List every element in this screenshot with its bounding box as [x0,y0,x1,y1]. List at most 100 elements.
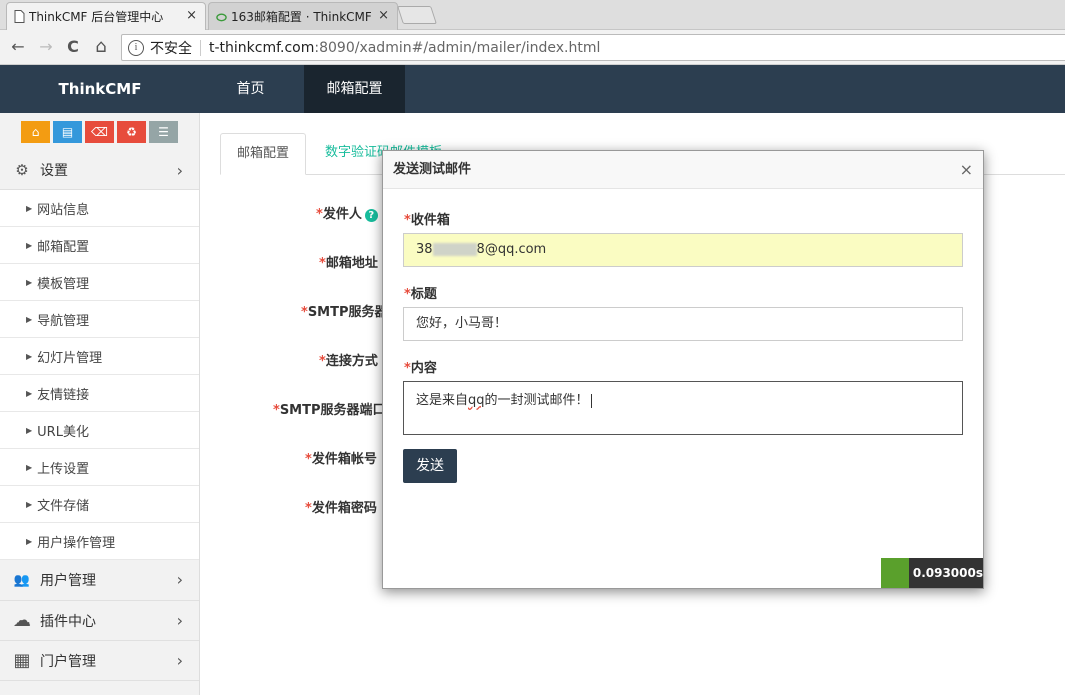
sidebar-item-label: URL美化 [37,424,89,440]
field-label-connection: *连接方式 [319,354,378,369]
content-textarea[interactable]: 这是来自qq的一封测试邮件！ [403,381,963,435]
caret-right-icon: ▶ [26,351,33,361]
nav-item-home[interactable]: 首页 [200,65,301,113]
grid-icon: ▦ [13,650,31,671]
caret-right-icon: ▶ [26,277,33,287]
trace-logo-icon [881,558,909,588]
field-label-email: *邮箱地址 [319,256,378,271]
caret-right-icon: ▶ [26,499,33,509]
trace-time: 0.093000s [912,566,983,580]
sidebar-group-plugins[interactable]: ☁ 插件中心 › [0,601,199,641]
chevron-right-icon: › [176,570,183,589]
sidebar-group-portal[interactable]: ▦ 门户管理 › [0,641,199,681]
close-icon[interactable]: × [186,8,197,23]
sidebar-item-navigation[interactable]: ▶ 导航管理 [0,301,199,338]
page-trace-timer[interactable]: 0.093000s [881,558,983,588]
browser-tab-strip: ThinkCMF 后台管理中心 × 163邮箱配置 · ThinkCMF × [0,0,1065,30]
sidebar-submenu: ▶ 网站信息 ▶ 邮箱配置 ▶ 模板管理 ▶ 导航管理 ▶ 幻灯片管理 ▶ 友情链接 ▶ UR… [0,190,199,560]
sidebar: ⌂ ▤ ⌫ ♻ ☰ ⚙ 设置 › ▶ 网站信息 ▶ 邮箱配置 ▶ 模板管理 ▶ 导航管理… [0,113,200,695]
file-icon[interactable]: ▤ [53,121,82,143]
app-top-nav: ThinkCMF 首页 邮箱配置 [0,65,1065,113]
url-path: :8090/xadmin#/admin/mailer/index.html [314,39,601,56]
reload-icon[interactable]: C [63,37,83,57]
shortcut-toolbar: ⌂ ▤ ⌫ ♻ ☰ [0,113,199,151]
address-bar: ← → C ⌂ i 不安全 t-thinkcmf.com :8090/xadmi… [0,30,1065,65]
help-icon[interactable]: ? [364,209,378,222]
sidebar-item-label: 文件存储 [37,498,90,514]
sidebar-item-mail-config[interactable]: ▶ 邮箱配置 [0,227,199,264]
cloud-icon: ☁ [13,610,31,631]
recycle-icon[interactable]: ♻ [117,121,146,143]
caret-right-icon: ▶ [26,314,33,324]
sidebar-item-storage[interactable]: ▶ 文件存储 [0,486,199,523]
send-test-mail-dialog: 发送测试邮件 × *收件箱 38 8@qq.com *标题 您好，小马哥！ *内容… [382,150,984,589]
dialog-header: 发送测试邮件 × [383,151,983,189]
document-icon [14,10,25,23]
dialog-title: 发送测试邮件 [393,162,472,177]
users-icon: 👥 [13,572,31,588]
sidebar-group-settings[interactable]: ⚙ 设置 › [0,151,199,190]
browser-tab-admin[interactable]: ThinkCMF 后台管理中心 × [6,2,206,30]
redaction-blur [432,243,477,256]
close-icon[interactable]: × [378,8,389,23]
caret-right-icon: ▶ [26,536,33,546]
sidebar-item-label: 邮箱配置 [37,239,90,255]
sidebar-item-links[interactable]: ▶ 友情链接 [0,375,199,412]
new-tab-button[interactable] [397,6,437,24]
tab-mail-config[interactable]: 邮箱配置 [220,133,307,175]
sidebar-item-templates[interactable]: ▶ 模板管理 [0,264,199,301]
sidebar-item-upload[interactable]: ▶ 上传设置 [0,449,199,486]
sidebar-group-users[interactable]: 👥 用户管理 › [0,560,199,601]
field-label-smtp-server: *SMTP服务器 [301,305,388,320]
content-label: *内容 [404,361,437,376]
caret-right-icon: ▶ [26,425,33,435]
home-icon[interactable]: ⌂ [91,37,111,57]
sidebar-item-label: 上传设置 [37,461,90,477]
text-cursor [590,393,592,408]
chevron-right-icon: › [176,161,183,180]
caret-right-icon: ▶ [26,388,33,398]
caret-right-icon: ▶ [26,203,33,213]
back-icon[interactable]: ← [8,37,28,57]
sidebar-item-label: 网站信息 [37,202,90,218]
nav-item-mail-config[interactable]: 邮箱配置 [304,65,405,113]
sidebar-group-label: 设置 [40,163,68,179]
browser-tab-mail-config[interactable]: 163邮箱配置 · ThinkCMF × [208,2,398,30]
chevron-right-icon: › [176,651,183,670]
field-label-account: *发件箱帐号 [305,452,377,467]
sidebar-group-label: 门户管理 [40,653,96,670]
sidebar-item-url-rewrite[interactable]: ▶ URL美化 [0,412,199,449]
sidebar-item-label: 模板管理 [37,276,90,292]
sidebar-item-label: 友情链接 [37,387,90,403]
field-label-smtp-port: *SMTP服务器端口 [273,403,386,418]
brand-logo[interactable]: ThinkCMF [0,65,200,113]
sidebar-group-label: 用户管理 [40,573,96,589]
send-button[interactable]: 发送 [403,449,457,483]
forward-icon[interactable]: → [36,37,56,57]
sidebar-group-label: 插件中心 [40,613,96,630]
sidebar-item-label: 用户操作管理 [37,535,116,551]
field-label-sender: *发件人? [316,203,378,222]
sidebar-item-label: 幻灯片管理 [37,350,103,366]
caret-right-icon: ▶ [26,462,33,472]
cloud-favicon-icon [216,13,227,22]
sidebar-item-label: 导航管理 [37,313,90,329]
trash-icon[interactable]: ⌫ [85,121,114,143]
browser-tab-title: ThinkCMF 后台管理中心 [29,10,164,24]
recipient-input[interactable]: 38 8@qq.com [403,233,963,267]
spellcheck-word: qq [468,393,485,408]
url-field[interactable]: i 不安全 t-thinkcmf.com :8090/xadmin#/admin… [121,34,1065,61]
sidebar-item-site-info[interactable]: ▶ 网站信息 [0,190,199,227]
sidebar-item-slides[interactable]: ▶ 幻灯片管理 [0,338,199,375]
list-icon[interactable]: ☰ [149,121,178,143]
subject-input[interactable]: 您好，小马哥！ [403,307,963,341]
chevron-right-icon: › [176,611,183,630]
gears-icon: ⚙ [15,161,29,179]
recipient-label: *收件箱 [404,213,450,228]
divider [200,39,201,56]
close-icon[interactable]: × [960,151,973,189]
sidebar-item-user-actions[interactable]: ▶ 用户操作管理 [0,523,199,560]
info-icon[interactable]: i [128,39,144,56]
subject-label: *标题 [404,287,437,302]
home-icon[interactable]: ⌂ [21,121,50,143]
